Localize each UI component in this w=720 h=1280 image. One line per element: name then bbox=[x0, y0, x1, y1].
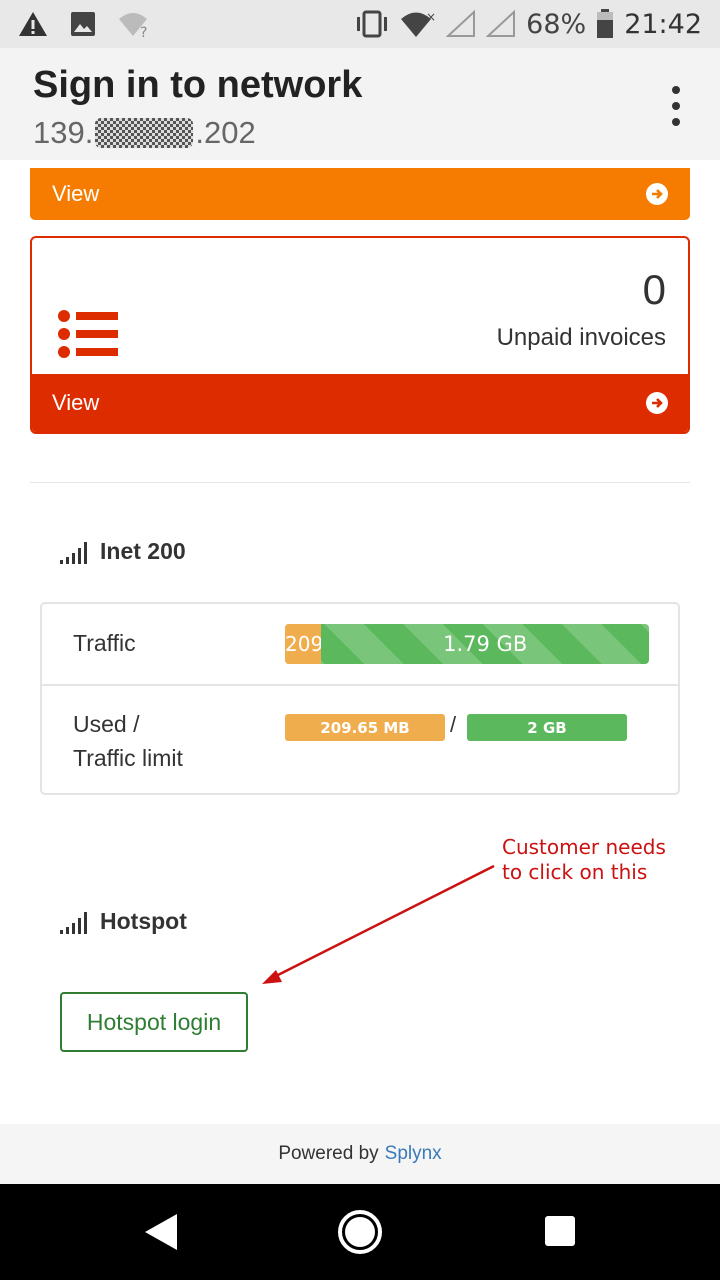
overflow-menu-button[interactable] bbox=[664, 86, 688, 126]
signal-icon bbox=[486, 10, 516, 37]
signal-bars-icon bbox=[60, 911, 87, 934]
powered-by-text: Powered by bbox=[278, 1143, 379, 1164]
battery-icon bbox=[597, 9, 614, 38]
redacted-block bbox=[95, 118, 194, 148]
dot-icon bbox=[672, 118, 680, 126]
hotspot-login-button[interactable]: Hotspot login bbox=[60, 992, 248, 1052]
status-bar: ? × 68% 21:42 bbox=[0, 0, 720, 48]
list-icon bbox=[58, 310, 118, 358]
invoice-label: Unpaid invoices bbox=[496, 324, 666, 351]
dot-icon bbox=[672, 102, 680, 110]
inet-section-heading: Inet 200 bbox=[60, 538, 186, 565]
dot-icon bbox=[672, 86, 680, 94]
invoices-view-button[interactable]: View bbox=[32, 374, 688, 432]
ip-prefix: 139. bbox=[33, 115, 94, 150]
limit-badge: 2 GB bbox=[467, 714, 627, 741]
network-address: 139. .202 bbox=[33, 115, 256, 151]
orange-card-view-button[interactable]: View bbox=[30, 168, 690, 220]
hotspot-section-heading: Hotspot bbox=[60, 908, 187, 935]
traffic-table: Traffic 209 1.79 GB Used / Traffic limit… bbox=[40, 602, 680, 795]
limit-label: Traffic limit bbox=[73, 745, 183, 771]
splynx-link[interactable]: Splynx bbox=[385, 1143, 442, 1165]
image-icon bbox=[71, 12, 95, 36]
progress-total-text: 1.79 GB bbox=[443, 632, 528, 656]
progress-used-segment: 209 bbox=[285, 624, 322, 664]
table-row: Used / Traffic limit 209.65 MB / 2 GB bbox=[42, 686, 678, 795]
section-title: Inet 200 bbox=[100, 538, 186, 564]
home-icon[interactable] bbox=[338, 1210, 382, 1254]
progress-remaining-segment: 1.79 GB bbox=[321, 624, 649, 664]
separator: / bbox=[450, 712, 457, 737]
footer: Powered by Splynx bbox=[0, 1124, 720, 1184]
wifi-icon: × bbox=[401, 10, 436, 37]
arrow-right-circle-icon bbox=[646, 183, 668, 205]
recent-apps-icon[interactable] bbox=[545, 1216, 575, 1246]
progress-used-text: 209 bbox=[285, 632, 322, 656]
clock: 21:42 bbox=[624, 8, 702, 40]
back-icon[interactable] bbox=[143, 1212, 179, 1252]
svg-text:?: ? bbox=[140, 25, 147, 38]
traffic-label: Traffic bbox=[73, 630, 136, 656]
divider bbox=[30, 482, 690, 483]
home-dot bbox=[345, 1217, 375, 1247]
used-limit-label: Used / Traffic limit bbox=[73, 707, 183, 775]
section-title: Hotspot bbox=[100, 908, 187, 934]
unpaid-invoices-card: 0 Unpaid invoices View bbox=[30, 236, 690, 434]
wifi-question-icon: ? bbox=[119, 13, 147, 38]
annotation-line: Customer needs bbox=[502, 835, 666, 859]
svg-text:×: × bbox=[426, 10, 436, 24]
signal-bars-icon bbox=[60, 541, 87, 564]
signal-icon bbox=[446, 10, 476, 37]
vibrate-icon bbox=[357, 10, 388, 38]
annotation-line: to click on this bbox=[502, 860, 648, 884]
ip-suffix: .202 bbox=[195, 115, 256, 150]
navigation-bar bbox=[0, 1184, 720, 1280]
app-bar: Sign in to network 139. .202 bbox=[0, 48, 720, 160]
used-badge: 209.65 MB bbox=[285, 714, 445, 741]
arrow-right-circle-icon bbox=[646, 392, 668, 414]
warning-icon bbox=[19, 12, 47, 36]
traffic-progress-bar: 209 1.79 GB bbox=[285, 624, 649, 664]
view-label: View bbox=[52, 390, 100, 415]
invoice-count: 0 bbox=[642, 266, 666, 313]
page-title: Sign in to network bbox=[33, 64, 363, 106]
battery-percent: 68% bbox=[526, 8, 587, 40]
table-row: Traffic 209 1.79 GB bbox=[42, 604, 678, 686]
view-label: View bbox=[52, 181, 100, 206]
used-label: Used / bbox=[73, 711, 140, 737]
annotation-note: Customer needs to click on this bbox=[502, 835, 666, 885]
